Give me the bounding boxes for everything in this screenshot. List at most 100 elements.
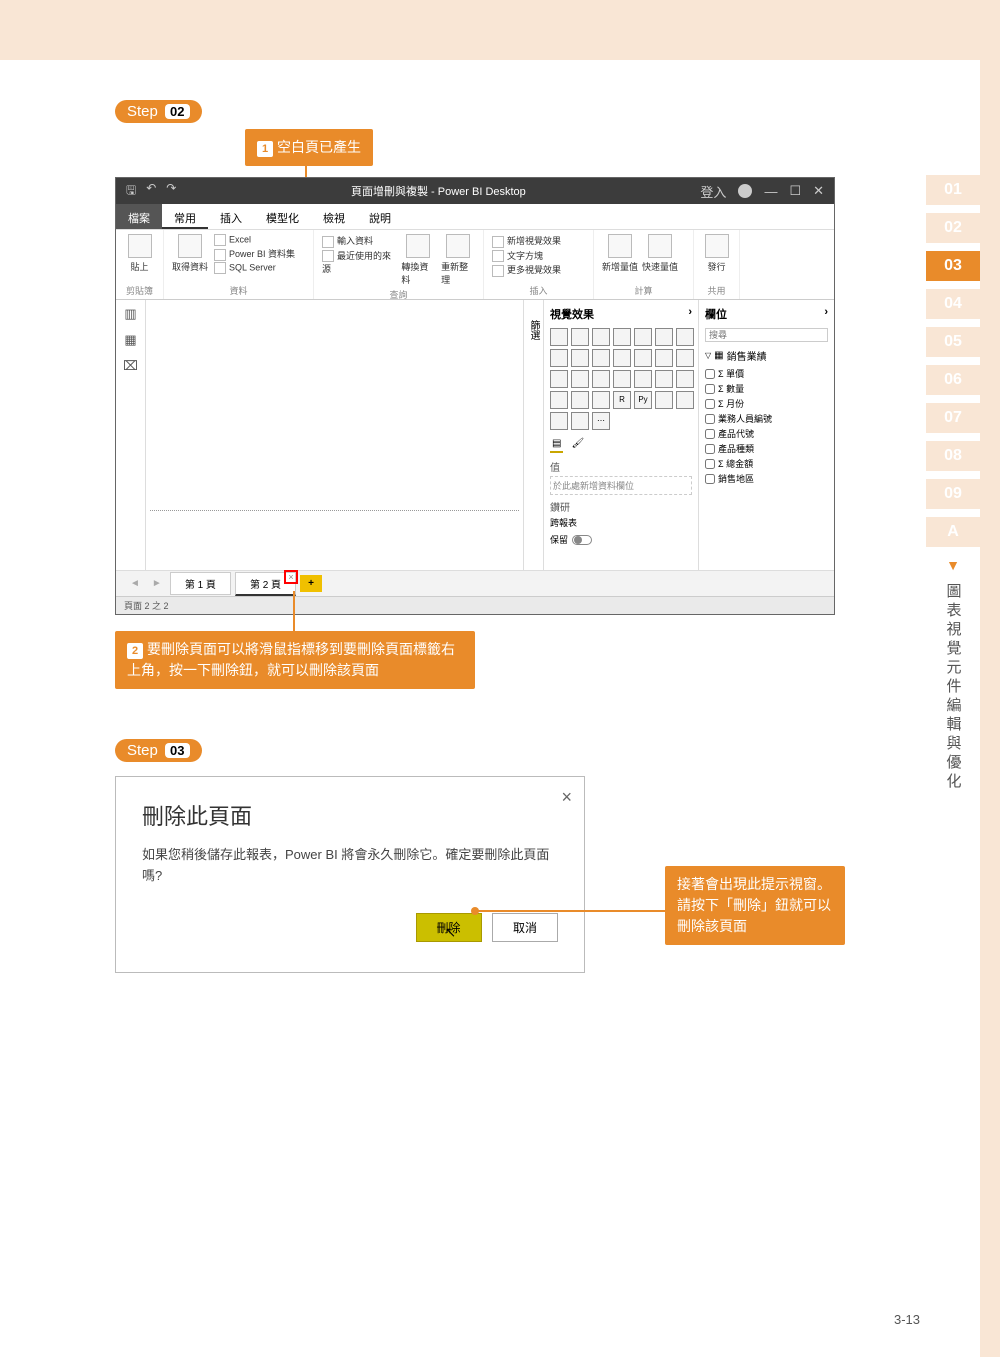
redo-icon[interactable]: ↷ <box>166 181 176 202</box>
viz-icon[interactable] <box>571 328 589 346</box>
fields-search-input[interactable] <box>705 328 828 342</box>
next-page-icon[interactable]: ► <box>148 578 166 589</box>
minimize-icon[interactable]: — <box>764 184 777 199</box>
viz-icon[interactable] <box>676 370 694 388</box>
viz-icon[interactable] <box>613 349 631 367</box>
tab-help[interactable]: 說明 <box>357 204 403 229</box>
step-02-badge: Step 02 <box>115 100 202 123</box>
viz-icon[interactable] <box>676 328 694 346</box>
publish-button[interactable]: 發行 <box>702 234 731 273</box>
data-view-icon[interactable]: ▦ <box>124 332 136 348</box>
field-item[interactable]: Σ 數量 <box>705 382 828 395</box>
cursor-icon: ↖ <box>445 924 457 941</box>
viz-icon[interactable]: Py <box>634 391 652 409</box>
close-icon[interactable]: ✕ <box>813 183 824 199</box>
undo-icon[interactable]: ↶ <box>146 181 156 202</box>
paste-button[interactable]: 貼上 <box>124 234 155 273</box>
delete-button[interactable]: 刪除 ↖ <box>416 913 482 942</box>
tab-insert[interactable]: 插入 <box>208 204 254 229</box>
report-view-icon[interactable]: ▥ <box>124 306 136 322</box>
viz-icon[interactable] <box>571 391 589 409</box>
viz-icon[interactable] <box>550 328 568 346</box>
viz-icon[interactable] <box>655 391 673 409</box>
tab-home[interactable]: 常用 <box>162 204 208 229</box>
signin-link[interactable]: 登入 <box>700 182 726 201</box>
tab-modeling[interactable]: 模型化 <box>254 204 311 229</box>
pbi-dataset-button[interactable]: Power BI 資料集 <box>214 247 295 261</box>
viz-icon[interactable] <box>592 391 610 409</box>
table-header[interactable]: ▦銷售業績 <box>705 348 828 363</box>
viz-icon[interactable] <box>592 349 610 367</box>
chevron-right-icon[interactable]: › <box>688 306 692 322</box>
tab-view[interactable]: 檢視 <box>311 204 357 229</box>
refresh-button[interactable]: 重新整理 <box>441 234 475 286</box>
viz-icon[interactable] <box>634 370 652 388</box>
fields-tab-icon[interactable]: ▤ <box>550 436 563 453</box>
field-item[interactable]: 業務人員編號 <box>705 412 828 425</box>
viz-icon[interactable] <box>592 328 610 346</box>
transform-button[interactable]: 轉換資料 <box>401 234 435 286</box>
field-item[interactable]: 銷售地區 <box>705 472 828 485</box>
maximize-icon[interactable]: ☐ <box>789 183 801 199</box>
newviz-button[interactable]: 新增視覺效果 <box>492 234 585 248</box>
view-rail: ▥ ▦ ⌧ <box>116 300 146 570</box>
viz-icon[interactable] <box>676 391 694 409</box>
viz-icon[interactable] <box>592 370 610 388</box>
viz-icon[interactable] <box>655 349 673 367</box>
moreviz-button[interactable]: 更多視覺效果 <box>492 263 585 277</box>
field-item[interactable]: Σ 單價 <box>705 367 828 380</box>
chapter-tab-06: 06 <box>926 365 980 395</box>
viz-icon[interactable] <box>571 412 589 430</box>
group-share-label: 共用 <box>702 284 731 297</box>
titlebar: 🖫 ↶ ↷ 頁面增刪與複製 - Power BI Desktop 登入 — ☐ … <box>116 178 834 204</box>
filters-pane-collapsed[interactable]: 篩選 <box>524 300 544 570</box>
viz-icon[interactable] <box>550 349 568 367</box>
quickmeasure-button[interactable]: 快速量值 <box>642 234 678 273</box>
viz-icon[interactable] <box>613 328 631 346</box>
cancel-button[interactable]: 取消 <box>492 913 558 942</box>
leader-line <box>293 591 295 631</box>
field-item[interactable]: Σ 總金額 <box>705 457 828 470</box>
viz-icon[interactable]: ⋯ <box>592 412 610 430</box>
page-tab-1[interactable]: 第 1 頁 <box>170 572 231 595</box>
viz-icon[interactable] <box>634 328 652 346</box>
page-close-icon[interactable]: × <box>285 571 297 583</box>
field-item[interactable]: 產品代號 <box>705 427 828 440</box>
recentsources-button[interactable]: 最近使用的來源 <box>322 249 395 276</box>
field-item[interactable]: 產品種類 <box>705 442 828 455</box>
format-tab-icon[interactable]: 🖌 <box>569 436 586 453</box>
viz-icon[interactable] <box>550 412 568 430</box>
viz-icon[interactable] <box>634 349 652 367</box>
viz-icon[interactable] <box>655 370 673 388</box>
viz-icon[interactable] <box>550 391 568 409</box>
viz-icon[interactable] <box>613 370 631 388</box>
add-page-button[interactable]: + <box>300 575 322 592</box>
viz-icon[interactable] <box>550 370 568 388</box>
viz-icon[interactable] <box>676 349 694 367</box>
chevron-right-icon[interactable]: › <box>824 306 828 322</box>
values-dropzone[interactable]: 於此處新增資料欄位 <box>550 476 692 495</box>
newmeasure-button[interactable]: 新增量值 <box>602 234 638 273</box>
tab-file[interactable]: 檔案 <box>116 204 162 229</box>
dialog-close-icon[interactable]: × <box>561 787 572 808</box>
textbox-button[interactable]: 文字方塊 <box>492 249 585 263</box>
ribbon: 貼上 剪貼簿 取得資料 Excel Power BI 資料集 SQL Serve… <box>116 230 834 300</box>
sqlserver-button[interactable]: SQL Server <box>214 262 295 274</box>
prev-page-icon[interactable]: ◄ <box>126 578 144 589</box>
viz-icon[interactable] <box>655 328 673 346</box>
chapter-tab-03: 03 <box>926 251 980 281</box>
viz-icon[interactable] <box>571 349 589 367</box>
viz-icon[interactable] <box>571 370 589 388</box>
excel-button[interactable]: Excel <box>214 234 295 246</box>
viz-icon[interactable]: R <box>613 391 631 409</box>
page-tab-2[interactable]: 第 2 頁 × <box>235 572 296 596</box>
keepall-toggle[interactable]: 保留 <box>550 533 692 546</box>
avatar-icon[interactable] <box>738 184 752 198</box>
getdata-button[interactable]: 取得資料 <box>172 234 208 274</box>
field-item[interactable]: Σ 月份 <box>705 397 828 410</box>
enterdata-button[interactable]: 輸入資料 <box>322 234 395 248</box>
dialog-title: 刪除此頁面 <box>142 799 558 831</box>
report-canvas[interactable] <box>146 300 524 570</box>
save-icon[interactable]: 🖫 <box>126 181 136 202</box>
model-view-icon[interactable]: ⌧ <box>123 358 138 374</box>
